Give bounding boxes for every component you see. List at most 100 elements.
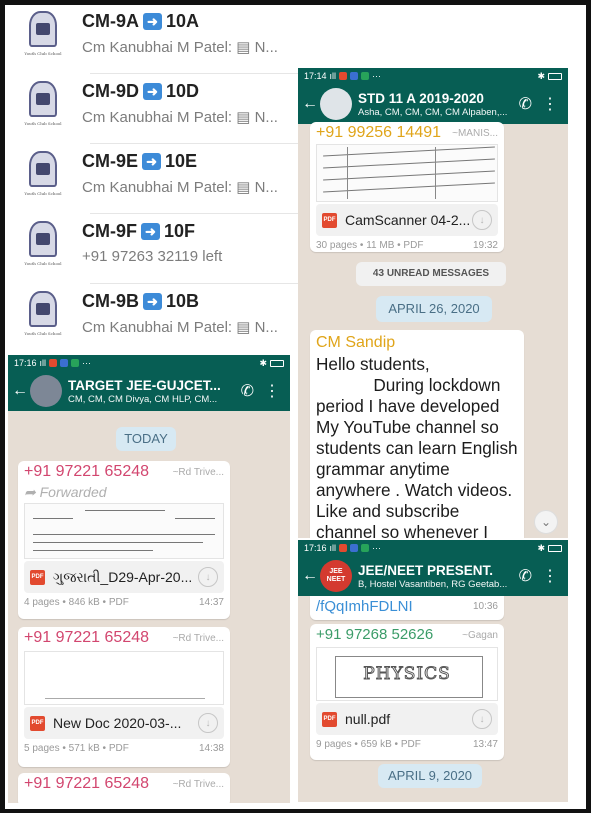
arrow-right-icon: ➜	[142, 153, 162, 170]
chat-name-suffix: 10A	[166, 11, 200, 31]
app-notification-icon	[339, 72, 348, 80]
app-notification-icon	[49, 359, 58, 367]
document-card[interactable]: PDF ગુજરાતી_D29-Apr-20... ↓	[24, 561, 224, 593]
divider	[90, 213, 298, 214]
school-logo-icon: Youth Club School	[22, 291, 64, 343]
message-sender[interactable]: +91 99256 14491	[316, 124, 441, 142]
message-sender[interactable]: +91 97221 65248	[24, 463, 149, 481]
chat-row[interactable]: Youth Club School CM-9E ➜ 10E Cm Kanubhai …	[8, 145, 298, 215]
message-bubble[interactable]: CM Sandip Hello students, During lockdow…	[310, 330, 524, 538]
download-icon[interactable]: ↓	[472, 709, 492, 729]
more-notifications-icon: ···	[372, 71, 382, 81]
document-name: CamScanner 04-2...	[345, 212, 471, 228]
message-bubble[interactable]: +91 97221 65248 ~Rd Trive...	[18, 773, 230, 803]
chat-title[interactable]: TARGET JEE-GUJCET...	[68, 378, 231, 393]
chat-name: CM-9E	[82, 151, 139, 171]
add-call-icon[interactable]: ✆	[241, 381, 254, 401]
message-sender[interactable]: +91 97221 65248	[24, 629, 149, 647]
message-time: 19:32	[472, 240, 498, 251]
back-arrow-icon[interactable]: ←	[302, 567, 318, 585]
message-bubble[interactable]: +91 97268 52626 ~Gagan PHYSICS PDF null.…	[310, 624, 504, 760]
app-notification-icon	[60, 359, 69, 367]
document-preview[interactable]	[316, 144, 498, 202]
battery-icon	[548, 544, 562, 552]
more-options-icon[interactable]: ⋮	[542, 94, 558, 114]
chat-name-suffix: 10F	[164, 221, 196, 241]
chat-row[interactable]: Youth Club School CM-9D ➜ 10D Cm Kanubhai …	[8, 75, 298, 145]
message-sender[interactable]: CM Sandip	[316, 334, 518, 352]
sender-name: ~Rd Trive...	[172, 633, 224, 644]
add-call-icon[interactable]: ✆	[519, 566, 532, 586]
chat-preview: Cm Kanubhai M Patel: ▤ N...	[82, 39, 278, 56]
message-bubble[interactable]: +91 99256 14491 ~MANIS... PDF CamScanner…	[310, 122, 504, 252]
arrow-right-icon: ➜	[143, 83, 162, 100]
more-options-icon[interactable]: ⋮	[542, 566, 558, 586]
document-card[interactable]: PDF CamScanner 04-2... ↓	[316, 204, 498, 236]
bluetooth-icon: ✱	[259, 357, 267, 368]
school-logo-icon: Youth Club School	[22, 81, 64, 133]
chat-list: Youth Club School CM-9A ➜ 10A Cm Kanubhai …	[8, 5, 298, 351]
chat-title[interactable]: JEE/NEET PRESENT.	[358, 563, 509, 578]
chat-preview: Cm Kanubhai M Patel: ▤ N...	[82, 319, 278, 336]
battery-icon	[270, 359, 284, 367]
forwarded-icon: ➦	[24, 484, 36, 500]
document-preview[interactable]: PHYSICS	[316, 647, 498, 701]
chat-panel-std: 17:14 ıll ··· ✱ ← STD 11 A 2019-2020 Asha,…	[298, 68, 568, 538]
chat-header: ← TARGET JEE-GUJCET... CM, CM, CM Divya,…	[8, 371, 290, 411]
bluetooth-icon: ✱	[537, 70, 545, 81]
chat-row[interactable]: Youth Club School CM-9F ➜ 10F +91 97263 32…	[8, 215, 298, 285]
message-bubble[interactable]: +91 97221 65248 ~Rd Trive... ➦ Forwarded…	[18, 461, 230, 619]
school-logo-icon: Youth Club School	[22, 221, 64, 273]
pdf-icon: PDF	[30, 569, 45, 585]
document-card[interactable]: PDF null.pdf ↓	[316, 703, 498, 735]
chat-panel-jee: 17:16 ıll ··· ✱ ← TARGET JEE-GUJCET... CM,…	[8, 355, 290, 803]
message-sender[interactable]: +91 97268 52626	[316, 626, 433, 643]
document-meta: 4 pages • 846 kB • PDF	[24, 597, 129, 608]
app-notification-icon	[71, 359, 80, 367]
message-link[interactable]: /fQqImhFDLNI	[316, 598, 413, 615]
chat-name-suffix: 10D	[166, 81, 200, 101]
back-arrow-icon[interactable]: ←	[302, 95, 318, 113]
date-divider: APRIL 26, 2020	[376, 296, 492, 322]
download-icon[interactable]: ↓	[198, 713, 218, 733]
chat-title[interactable]: STD 11 A 2019-2020	[358, 91, 509, 106]
message-sender[interactable]: +91 97221 65248	[24, 775, 149, 793]
chat-row[interactable]: Youth Club School CM-9B ➜ 10B Cm Kanubhai …	[8, 285, 298, 351]
message-text: Hello students, During lockdown period I…	[316, 354, 518, 538]
arrow-right-icon: ➜	[143, 293, 162, 310]
scroll-down-icon[interactable]: ⌄	[534, 510, 558, 534]
more-options-icon[interactable]: ⋮	[264, 381, 280, 401]
chat-name: CM-9D	[82, 81, 139, 101]
arrow-right-icon: ➜	[143, 13, 162, 30]
document-card[interactable]: PDF New Doc 2020-03-... ↓	[24, 707, 224, 739]
sender-name: ~MANIS...	[452, 128, 498, 139]
add-call-icon[interactable]: ✆	[519, 94, 532, 114]
document-preview[interactable]	[24, 651, 224, 705]
battery-icon	[548, 72, 562, 80]
message-bubble[interactable]: +91 97221 65248 ~Rd Trive... PDF New Doc…	[18, 627, 230, 767]
group-avatar[interactable]: JEE NEET	[320, 560, 352, 592]
bottom-strip	[0, 809, 591, 827]
sender-name: ~Rd Trive...	[172, 467, 224, 478]
forwarded-label: Forwarded	[39, 484, 107, 500]
chat-name: CM-9A	[82, 11, 139, 31]
group-avatar[interactable]	[30, 375, 62, 407]
back-arrow-icon[interactable]: ←	[12, 382, 28, 400]
document-preview[interactable]	[24, 503, 224, 559]
chat-header: ← STD 11 A 2019-2020 Asha, CM, CM, CM, C…	[298, 84, 568, 124]
chat-name: CM-9B	[82, 291, 139, 311]
clock-text: 17:16	[304, 543, 327, 553]
chat-panel-neet: 17:16 ıll ··· ✱ ← JEE NEET JEE/NEET PRESEN…	[298, 540, 568, 802]
download-icon[interactable]: ↓	[198, 567, 218, 587]
school-logo-icon: Youth Club School	[22, 151, 64, 203]
message-time: 14:37	[198, 597, 224, 608]
download-icon[interactable]: ↓	[472, 210, 492, 230]
group-avatar[interactable]	[320, 88, 352, 120]
app-notification-icon	[350, 544, 359, 552]
divider	[90, 143, 298, 144]
chat-row[interactable]: Youth Club School CM-9A ➜ 10A Cm Kanubhai …	[8, 5, 298, 75]
bluetooth-icon: ✱	[537, 542, 545, 553]
status-bar: 17:16 ıll ··· ✱	[298, 540, 568, 556]
chat-preview: Cm Kanubhai M Patel: ▤ N...	[82, 109, 278, 126]
message-bubble[interactable]: /fQqImhFDLNI 10:36	[310, 596, 504, 620]
